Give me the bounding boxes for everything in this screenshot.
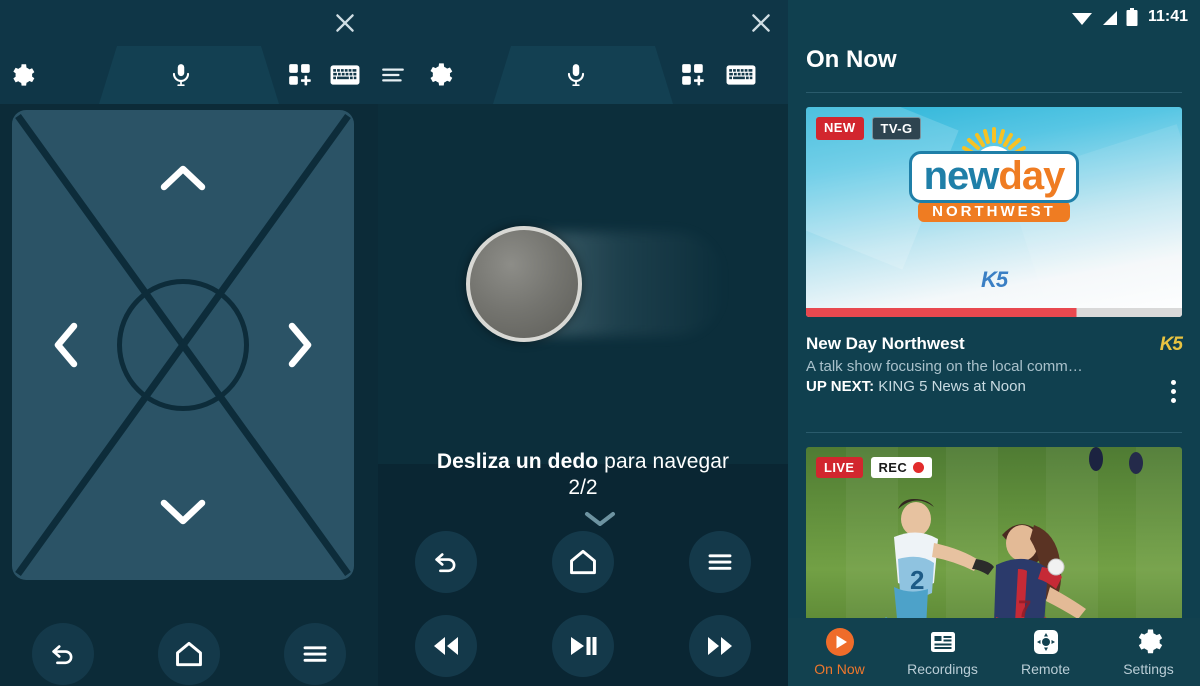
chevron-right-icon[interactable] [284,320,316,370]
card-divider [806,432,1182,433]
touchpad-hint: Desliza un dedo para navegar 2/2 [378,450,788,500]
keyboard-icon[interactable] [325,55,365,95]
program-up-next: UP NEXT: KING 5 News at Noon [806,378,1182,395]
network-badge: K5 [1159,334,1183,355]
nav-label: Settings [1123,661,1174,677]
mid-panel-close-bar [378,0,788,46]
new-day-northwest-logo: newday NORTHWEST [900,127,1088,222]
home-icon[interactable] [158,623,220,685]
back-arrow-icon[interactable] [32,623,94,685]
program-thumbnail-2[interactable]: 2 7 LIVE REC [806,447,1182,622]
rewind-icon[interactable] [415,615,478,677]
nav-item-on-now[interactable]: On Now [788,627,891,677]
app-screen: Desliza un dedo para navegar 2/2 11:41 O… [0,0,1200,686]
microphone-icon[interactable] [556,55,596,95]
chevron-up-icon[interactable] [158,162,208,194]
mid-panel-toolbar [378,46,788,104]
up-next-label: UP NEXT: [806,378,875,395]
play-circle-icon [825,628,854,656]
apps-add-icon[interactable] [280,55,320,95]
logo-word-day: day [998,154,1065,198]
chevron-down-icon[interactable] [158,496,208,528]
logo-subtitle: NORTHWEST [918,201,1070,222]
guide-panel: 11:41 On Now newday NORTHWEST K5 NEW TV-… [788,0,1200,686]
status-clock: 11:41 [1147,8,1188,25]
mid-button-row-2 [378,614,788,678]
nav-item-recordings[interactable]: Recordings [891,627,994,677]
dpad-icon [1033,630,1058,654]
badge-row: LIVE REC [816,457,933,478]
gear-icon[interactable] [420,55,460,95]
touchpad-page-indicator: 2/2 [568,476,598,499]
nav-item-settings[interactable]: Settings [1097,627,1200,677]
program-description: A talk show focusing on the local comm… [806,358,1083,375]
menu-icon[interactable] [688,531,751,593]
dpad-select-button[interactable] [117,279,249,411]
page-title: On Now [806,46,897,73]
status-badge-live: LIVE [816,457,863,478]
left-panel-toolbar [0,46,378,104]
status-badge-rating: TV-G [871,117,922,140]
dpad-control[interactable] [12,110,354,580]
record-dot-icon [913,462,925,473]
program-meta-1[interactable]: New Day Northwest A talk show focusing o… [806,334,1183,403]
back-arrow-icon[interactable] [415,531,478,593]
status-badge-new: NEW [816,117,864,140]
bottom-navigation: On Now Recordings Remote Settings [788,618,1200,686]
program-title: New Day Northwest [806,334,965,353]
nav-label: Recordings [907,661,978,677]
touchpad-surface[interactable] [378,104,788,464]
nav-label: On Now [814,661,865,677]
gear-icon[interactable] [2,55,42,95]
nav-item-remote[interactable]: Remote [994,627,1097,677]
status-badge-rec: REC [870,457,933,478]
keyboard-icon[interactable] [721,55,761,95]
battery-icon [1126,7,1138,26]
fast-forward-icon[interactable] [688,615,751,677]
more-options-icon[interactable] [1171,380,1176,403]
k5-thumb-logo: K5 [980,267,1008,292]
apps-add-icon[interactable] [673,55,713,95]
list-lines-icon[interactable] [373,55,413,95]
wifi-icon [1071,12,1092,25]
program-thumbnail-1[interactable]: newday NORTHWEST K5 NEW TV-G [806,107,1182,317]
up-next-value: KING 5 News at Noon [874,378,1026,395]
touchpad-hint-bold: Desliza un dedo [436,450,599,473]
logo-word-new: new [923,154,1000,198]
title-divider [806,92,1182,93]
home-icon[interactable] [551,531,614,593]
new-day-wordmark: newday [908,151,1080,203]
badge-row: NEW TV-G [816,117,922,140]
close-icon[interactable] [328,6,362,40]
nav-label: Remote [1020,661,1071,677]
play-pause-icon[interactable] [551,615,614,677]
touch-puck [466,226,582,342]
microphone-icon[interactable] [161,55,201,95]
touchpad-hint-regular: para navegar [598,450,730,473]
mid-button-row-1 [378,530,788,594]
gear-icon [1138,629,1162,654]
chevron-left-icon[interactable] [50,320,82,370]
rec-label: REC [878,460,908,475]
left-panel-close-bar [0,0,378,46]
cellular-signal-icon [1102,10,1117,25]
left-button-row [0,622,378,686]
dpad-surface[interactable] [12,110,354,580]
svg-text:2: 2 [910,565,924,595]
close-icon[interactable] [744,6,778,40]
status-bar: 11:41 [788,0,1200,34]
recordings-icon [930,632,955,652]
menu-icon[interactable] [284,623,346,685]
